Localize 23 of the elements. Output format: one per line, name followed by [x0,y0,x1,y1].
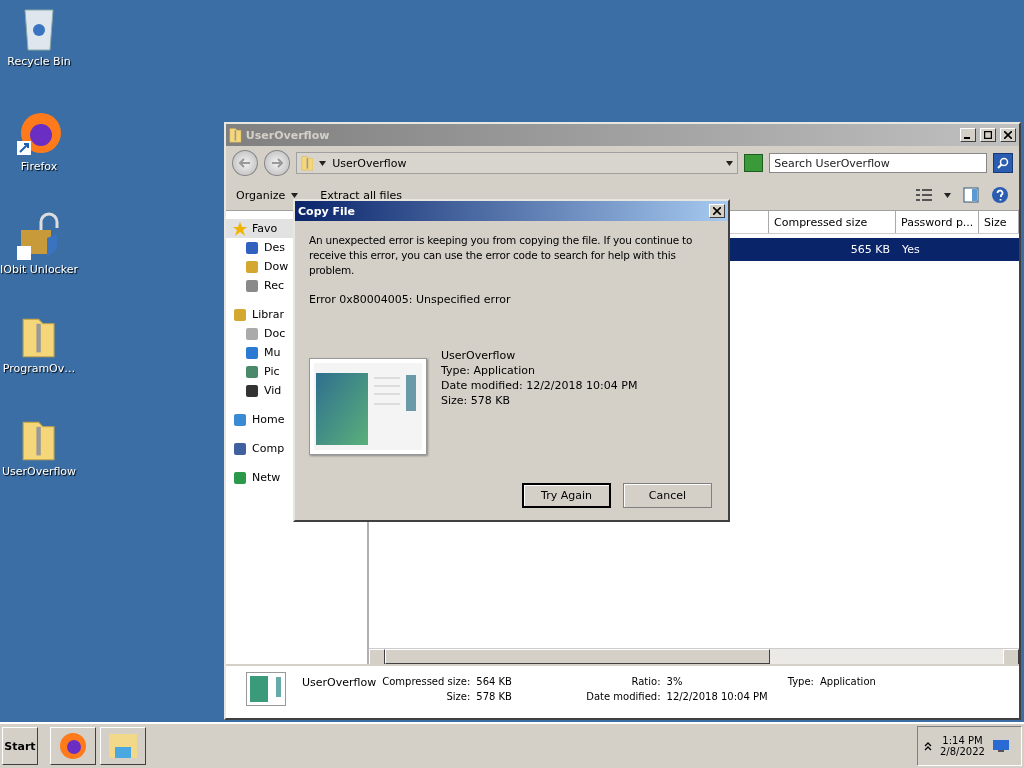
file-info: Type: Application [441,363,536,378]
property-label: Date modified: [586,691,661,702]
clock-date: 2/8/2022 [940,746,985,757]
file-info: Date modified: 12/2/2018 10:04 PM [441,378,638,393]
property-value: 578 KB [476,691,513,702]
window-title: UserOverflow [245,128,331,142]
file-info: Size: 578 KB [441,393,512,408]
table-cell-text: 565 KB [849,243,891,256]
property-label: Type: [787,676,814,687]
property-label: Size: [445,691,471,702]
property-label: Ratio: [630,676,661,687]
clock-time: 1:14 PM [942,735,983,746]
error-message: An unexpected error is keeping you from copying the file. If you continue to receive this error, you can use the error code to search for help with this problem. [309,233,694,278]
property-value: 3% [666,676,684,687]
dialog-title: Copy File [298,204,357,218]
property-value: 12/2/2018 10:04 PM [666,691,768,702]
property-value: Application [819,676,877,687]
file-info: UserOverflow [441,348,517,363]
error-code: Error 0x80004005: Unspecified error [309,293,512,306]
property-label: Compressed size: [382,676,471,687]
property-value: 564 KB [476,676,513,687]
file-name: UserOverflow [302,676,377,689]
table-cell-text: Yes [901,243,921,256]
